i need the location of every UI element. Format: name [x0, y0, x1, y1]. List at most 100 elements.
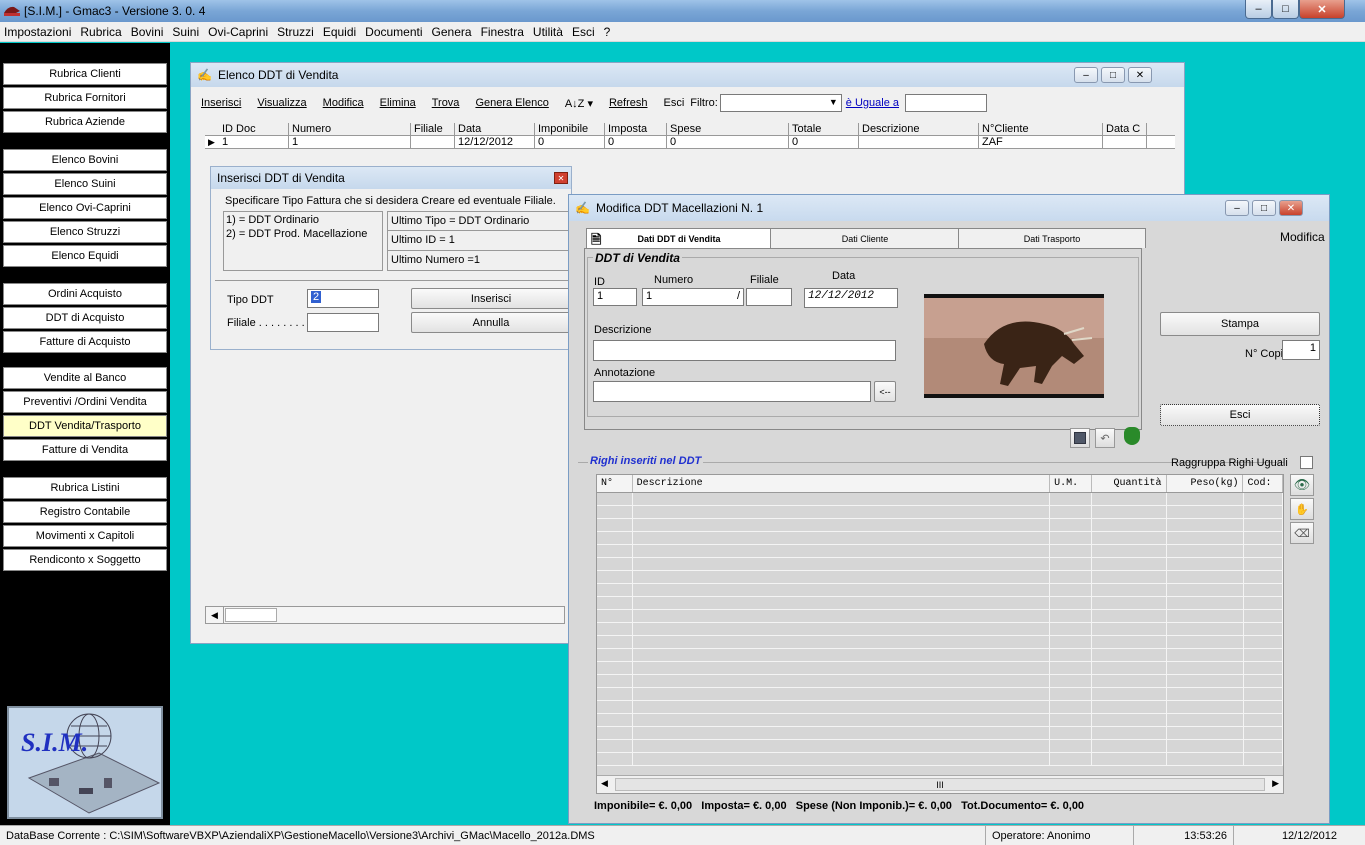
nav-elenco-ovi-caprini[interactable]: Elenco Ovi-Caprini: [3, 197, 167, 219]
scroll-thumb[interactable]: [225, 608, 277, 622]
col-filiale[interactable]: Filiale: [411, 123, 455, 135]
tab-dati-trasporto[interactable]: Dati Trasporto: [958, 228, 1146, 248]
filtro-select[interactable]: ▼: [719, 94, 842, 112]
table-row[interactable]: [597, 558, 1283, 571]
menu-equidi[interactable]: Equidi: [323, 25, 356, 39]
table-row[interactable]: [597, 740, 1283, 753]
col-data-c[interactable]: Data C: [1103, 123, 1147, 135]
table-row[interactable]: [597, 753, 1283, 766]
money-bag-button[interactable]: [1122, 426, 1142, 446]
tab-dati-ddt[interactable]: 🗎 Dati DDT di Vendita: [586, 228, 772, 248]
table-row[interactable]: [597, 506, 1283, 519]
menu-help[interactable]: ?: [604, 25, 611, 39]
table-row[interactable]: [597, 701, 1283, 714]
modifica-minimize-button[interactable]: –: [1225, 200, 1249, 216]
nav-elenco-suini[interactable]: Elenco Suini: [3, 173, 167, 195]
col-numero[interactable]: Numero: [289, 123, 411, 135]
elenco-minimize-button[interactable]: –: [1074, 67, 1098, 83]
col-totale[interactable]: Totale: [789, 123, 859, 135]
table-row[interactable]: [597, 636, 1283, 649]
filiale-field-input[interactable]: [746, 288, 792, 306]
scroll-right-icon[interactable]: ▶: [1272, 778, 1279, 789]
righe-hscrollbar[interactable]: ◀ III ▶: [597, 775, 1283, 793]
menu-ovi-caprini[interactable]: Ovi-Caprini: [208, 25, 268, 39]
elenco-maximize-button[interactable]: □: [1101, 67, 1125, 83]
elimina-button[interactable]: Elimina: [380, 97, 416, 109]
table-row[interactable]: [597, 532, 1283, 545]
nav-fatture-acquisto[interactable]: Fatture di Acquisto: [3, 331, 167, 353]
nav-fatture-vendita[interactable]: Fatture di Vendita: [3, 439, 167, 461]
nav-vendite-banco[interactable]: Vendite al Banco: [3, 367, 167, 389]
annotazione-input[interactable]: [593, 381, 871, 402]
nav-preventivi-ordini[interactable]: Preventivi /Ordini Vendita: [3, 391, 167, 413]
col-spese[interactable]: Spese: [667, 123, 789, 135]
inserisci-confirm-button[interactable]: Inserisci: [411, 288, 571, 309]
menu-struzzi[interactable]: Struzzi: [277, 25, 314, 39]
annotazione-arrow-button[interactable]: <--: [874, 381, 896, 402]
table-row[interactable]: [597, 727, 1283, 740]
menu-suini[interactable]: Suini: [172, 25, 199, 39]
elenco-close-button[interactable]: ✕: [1128, 67, 1152, 83]
menu-esci[interactable]: Esci: [572, 25, 595, 39]
col-imponibile[interactable]: Imponibile: [535, 123, 605, 135]
descrizione-input[interactable]: [593, 340, 896, 361]
table-row[interactable]: [597, 675, 1283, 688]
trova-button[interactable]: Trova: [432, 97, 460, 109]
table-row[interactable]: [597, 584, 1283, 597]
table-row[interactable]: [597, 714, 1283, 727]
eraser-button[interactable]: ⌫: [1290, 522, 1314, 544]
modifica-close-button[interactable]: ✕: [1279, 200, 1303, 216]
nav-elenco-struzzi[interactable]: Elenco Struzzi: [3, 221, 167, 243]
data-input[interactable]: 12/12/2012: [804, 288, 898, 308]
col-data[interactable]: Data: [455, 123, 535, 135]
nav-rubrica-aziende[interactable]: Rubrica Aziende: [3, 111, 167, 133]
filtro-text-input[interactable]: [905, 94, 987, 112]
menu-genera[interactable]: Genera: [432, 25, 472, 39]
menu-rubrica[interactable]: Rubrica: [80, 25, 121, 39]
edit-row-button[interactable]: ✋: [1290, 498, 1314, 520]
nav-rubrica-clienti[interactable]: Rubrica Clienti: [3, 63, 167, 85]
table-row[interactable]: [597, 571, 1283, 584]
nav-ddt-vendita[interactable]: DDT Vendita/Trasporto: [3, 415, 167, 437]
col-descrizione[interactable]: Descrizione: [859, 123, 979, 135]
nav-ddt-acquisto[interactable]: DDT di Acquisto: [3, 307, 167, 329]
undo-button[interactable]: ↶: [1095, 428, 1115, 448]
nav-ordini-acquisto[interactable]: Ordini Acquisto: [3, 283, 167, 305]
table-row[interactable]: [597, 545, 1283, 558]
copie-input[interactable]: 1: [1282, 340, 1320, 360]
genera-elenco-button[interactable]: Genera Elenco: [475, 97, 548, 109]
esci-modifica-button[interactable]: Esci: [1160, 404, 1320, 426]
annulla-button[interactable]: Annulla: [411, 312, 571, 333]
raggruppa-checkbox[interactable]: [1300, 456, 1313, 469]
col-um[interactable]: U.M.: [1050, 475, 1092, 492]
filiale-input[interactable]: [307, 313, 379, 332]
table-row[interactable]: ▶ 1 1 12/12/2012 0 0 0 0 ZAF: [205, 136, 1175, 149]
sort-icon[interactable]: A↓Z ▾: [565, 97, 593, 110]
col-peso[interactable]: Peso(kg): [1167, 475, 1244, 492]
save-button[interactable]: [1070, 428, 1090, 448]
modifica-maximize-button[interactable]: □: [1252, 200, 1276, 216]
refresh-button[interactable]: Refresh: [609, 97, 648, 109]
view-row-button[interactable]: 👁: [1290, 474, 1314, 496]
col-quantita[interactable]: Quantità: [1092, 475, 1167, 492]
table-row[interactable]: [597, 649, 1283, 662]
col-n-cliente[interactable]: N°Cliente: [979, 123, 1103, 135]
nav-rubrica-fornitori[interactable]: Rubrica Fornitori: [3, 87, 167, 109]
inserisci-close-button[interactable]: ✕: [554, 172, 568, 184]
numero-input[interactable]: 1/: [642, 288, 744, 306]
esci-button[interactable]: Esci: [664, 97, 685, 109]
table-row[interactable]: [597, 610, 1283, 623]
table-row[interactable]: [597, 519, 1283, 532]
scroll-left-icon[interactable]: ◀: [206, 607, 224, 623]
nav-elenco-equidi[interactable]: Elenco Equidi: [3, 245, 167, 267]
visualizza-button[interactable]: Visualizza: [257, 97, 306, 109]
col-id-doc[interactable]: ID Doc: [219, 123, 289, 135]
menu-finestra[interactable]: Finestra: [481, 25, 524, 39]
menu-bovini[interactable]: Bovini: [131, 25, 164, 39]
table-row[interactable]: [597, 597, 1283, 610]
table-row[interactable]: [597, 493, 1283, 506]
stampa-button[interactable]: Stampa: [1160, 312, 1320, 336]
tab-dati-cliente[interactable]: Dati Cliente: [770, 228, 960, 248]
nav-registro-contabile[interactable]: Registro Contabile: [3, 501, 167, 523]
nav-movimenti-capitoli[interactable]: Movimenti x Capitoli: [3, 525, 167, 547]
